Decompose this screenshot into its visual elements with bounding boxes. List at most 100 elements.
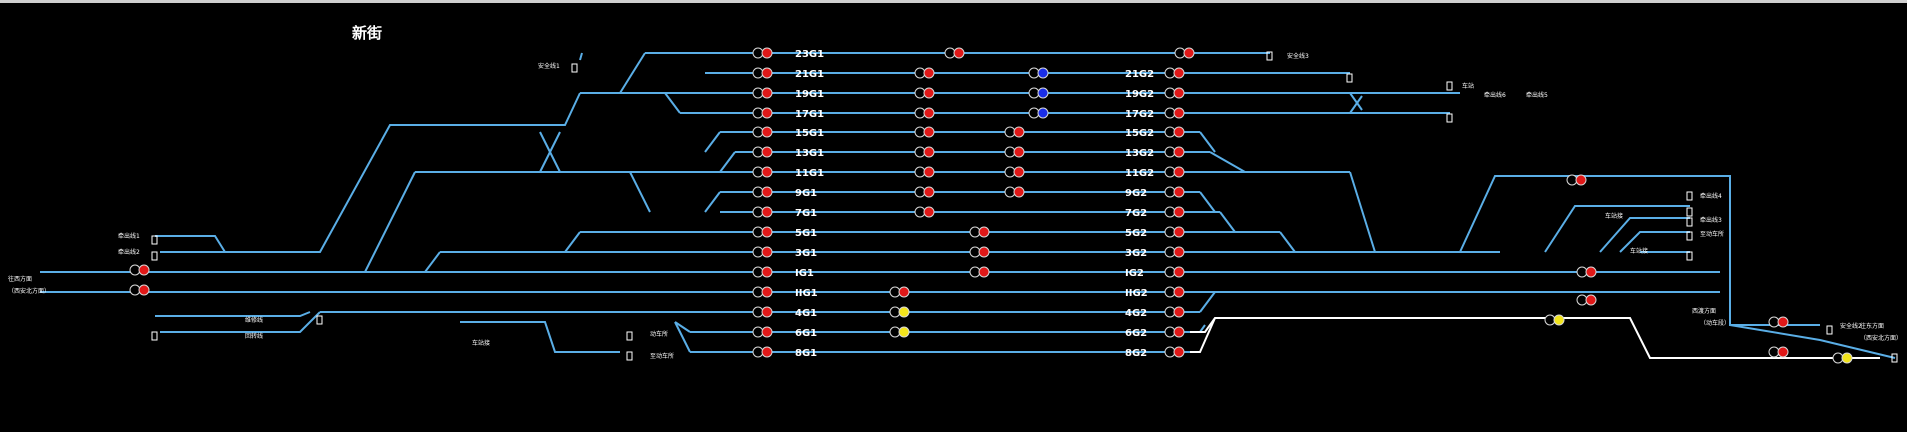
signal-right-lamp-red [1173, 326, 1185, 338]
side-label: 牵出线1 [118, 232, 140, 240]
signal-left-lamp-red [761, 226, 773, 238]
track-label: IIG2 [1125, 288, 1148, 299]
buffer-stop [1686, 207, 1693, 217]
track-link [424, 251, 441, 273]
track-link [564, 231, 581, 253]
track-label: 5G2 [1125, 228, 1147, 239]
track-link [1599, 217, 1690, 253]
track-link [155, 311, 311, 317]
signal-mid-lamp-red [978, 226, 990, 238]
buffer-stop [1446, 81, 1453, 91]
track-label: 8G1 [795, 348, 817, 359]
track-label: IG1 [795, 268, 814, 279]
track-label: 15G1 [795, 128, 824, 139]
track-link [1199, 324, 1206, 333]
signal-left-lamp-red [761, 166, 773, 178]
signal-mid-lamp-red [978, 266, 990, 278]
track-link [364, 171, 416, 273]
side-label: 牵出线2 [118, 248, 140, 256]
side-label: （西安北方面） [8, 287, 50, 295]
signal-mid2-lamp-red [1013, 186, 1025, 198]
signal-left-lamp-red [761, 107, 773, 119]
signal-mid-lamp-red [923, 146, 935, 158]
signal-mid2-lamp-red [1013, 126, 1025, 138]
signal-left-lamp-red [761, 286, 773, 298]
signal-entry-lamp-red [138, 284, 150, 296]
signal-mid-lamp-red [923, 166, 935, 178]
buffer-stop [1686, 251, 1693, 261]
signal-left-lamp-red [761, 146, 773, 158]
buffer-stop [151, 251, 158, 261]
side-label: 车站接 [1630, 247, 1648, 255]
signal-mid-lamp-red [923, 206, 935, 218]
track-label: 21G2 [1125, 69, 1154, 80]
side-label: 牵出线3 [1700, 216, 1722, 224]
track-link [704, 131, 721, 153]
signal-right-lamp-red [1173, 306, 1185, 318]
track-link [460, 321, 620, 353]
signal-right-lamp-red [1173, 186, 1185, 198]
signal-left-lamp-red [761, 206, 773, 218]
track-label: 4G2 [1125, 308, 1147, 319]
signal-left-lamp-red [761, 306, 773, 318]
track-link [1209, 151, 1246, 173]
signal-right-lamp-red [1173, 87, 1185, 99]
side-label: 动车所 [650, 330, 668, 338]
track-label: 7G1 [795, 208, 817, 219]
side-label: （动车段） [1700, 319, 1730, 327]
buffer-stop [1346, 73, 1353, 83]
side-label: 安全线2 [1840, 322, 1862, 330]
track-link [1199, 131, 1216, 153]
signal-right-lamp-red [1173, 126, 1185, 138]
signal-mid2-lamp-red [1013, 146, 1025, 158]
side-label: 牵出线4 [1700, 192, 1722, 200]
track-label: 23G1 [795, 49, 824, 60]
track-label: 6G1 [795, 328, 817, 339]
side-label: 回转线 [245, 332, 263, 340]
signal-mid-lamp-yellow [898, 326, 910, 338]
track-label: 4G1 [795, 308, 817, 319]
track-label: IIG1 [795, 288, 818, 299]
signal-far-yellow-lamp-yellow [1841, 352, 1853, 364]
side-label: 牵出线6 [1484, 91, 1506, 99]
signal-blue-lamp-blue [1037, 87, 1049, 99]
track-link [1199, 191, 1216, 213]
signal-right-lamp-red [1173, 67, 1185, 79]
signal-right-lamp-red [1173, 266, 1185, 278]
side-label: 往东方面 [1860, 322, 1884, 330]
signal-left-lamp-red [761, 326, 773, 338]
signal-blue-lamp-blue [1037, 107, 1049, 119]
side-label: 西渡方面 [1692, 307, 1716, 315]
track-label: IG2 [1125, 268, 1144, 279]
signal-left-lamp-red [761, 266, 773, 278]
signal-mid-lamp-red [898, 286, 910, 298]
side-label: 至动车所 [650, 352, 674, 360]
buffer-stop [316, 315, 323, 325]
track-label: 19G2 [1125, 89, 1154, 100]
track-layout-diagram: 23G1 21G1 19G1 17G1 15G1 13G1 11G1 9G1 7G1 5G1 3G1… [8, 47, 1902, 364]
track-link [1349, 171, 1376, 253]
buffer-stop [1826, 325, 1833, 335]
track-label: 11G2 [1125, 168, 1154, 179]
buffer-stop [626, 331, 633, 341]
signal-mid-lamp-red [923, 186, 935, 198]
track-label: 9G1 [795, 188, 817, 199]
signal-left-lamp-red [761, 47, 773, 59]
signal-mid2-lamp-red [1013, 166, 1025, 178]
buffer-stop [1686, 231, 1693, 241]
signal-left-lamp-red [761, 126, 773, 138]
signal-right-lamp-red [1173, 107, 1185, 119]
signal-far-lamp-red [1585, 266, 1597, 278]
track-link [1279, 231, 1296, 253]
track-label: 13G2 [1125, 148, 1154, 159]
side-label: 往西方面 [8, 275, 32, 283]
signal-right-lamp-red [1173, 246, 1185, 258]
track-label: 19G1 [795, 89, 824, 100]
side-label: 车站接 [1605, 212, 1623, 220]
track-link [664, 92, 681, 114]
signal-left-lamp-red [761, 346, 773, 358]
signal-far-lamp-red [1777, 316, 1789, 328]
track-label: 17G1 [795, 109, 824, 120]
signal-mid-lamp-red [923, 107, 935, 119]
buffer-stop [151, 235, 158, 245]
